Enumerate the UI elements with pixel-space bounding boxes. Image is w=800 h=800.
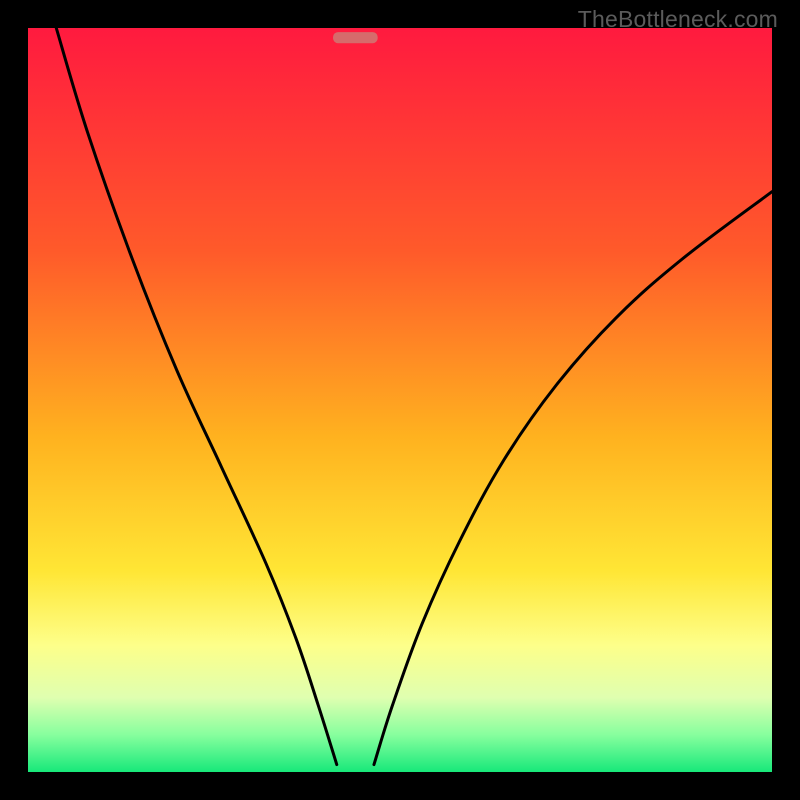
gradient-background [28, 28, 772, 772]
chart-svg [28, 28, 772, 772]
plot-area [28, 28, 772, 772]
chart-frame: TheBottleneck.com [0, 0, 800, 800]
bottleneck-marker [333, 32, 378, 43]
